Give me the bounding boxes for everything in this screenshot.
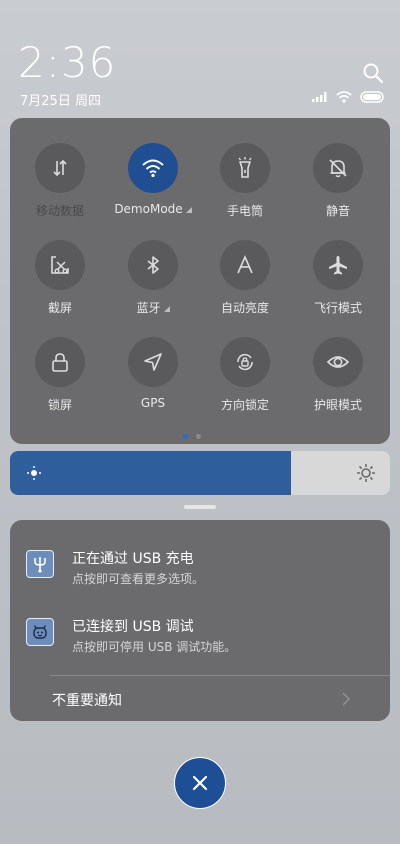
qs-tile-airplane[interactable]: 飞行模式 — [292, 240, 384, 332]
system-icons — [312, 91, 386, 103]
qs-tile-label: 护眼模式 — [292, 396, 384, 413]
qs-tile-screenshot[interactable]: 截屏 — [14, 240, 106, 332]
unimportant-notifications-link[interactable]: 不重要通知 — [52, 690, 122, 710]
qs-tile-label: 方向锁定 — [199, 396, 291, 413]
status-area: 2:36 7月25日 周四 — [0, 0, 400, 110]
qs-tile-lock-screen[interactable]: 锁屏 — [14, 337, 106, 429]
screenshot-icon — [35, 240, 85, 290]
notification-subtitle: 点按即可查看更多选项。 — [72, 572, 205, 586]
brightness-slider[interactable] — [10, 451, 390, 495]
divider — [50, 675, 390, 676]
qs-tile-label: 移动数据 — [14, 202, 106, 219]
qs-tile-label-text: GPS — [140, 396, 166, 410]
qs-tile-label-text: 飞行模式 — [313, 301, 362, 315]
qs-tile-mobile-data[interactable]: 移动数据 — [14, 143, 106, 235]
qs-tile-rotation-lock[interactable]: 方向锁定 — [199, 337, 291, 429]
qs-tile-label: 蓝牙 — [107, 299, 199, 316]
notification-title: 正在通过 USB 充电 — [72, 551, 194, 567]
notification-title: 已连接到 USB 调试 — [72, 619, 194, 635]
qs-tile-label: GPS — [107, 396, 199, 410]
qs-tile-label-text: 方向锁定 — [220, 398, 269, 412]
mobile-data-icon — [35, 143, 85, 193]
more-options-indicator — [163, 306, 170, 312]
rotation-lock-icon — [220, 337, 270, 387]
close-icon — [192, 775, 208, 791]
brightness-low-icon — [27, 466, 41, 480]
qs-tile-label-text: 蓝牙 — [136, 301, 161, 315]
airplane-icon — [313, 240, 363, 290]
notification-panel: 正在通过 USB 充电 点按即可查看更多选项。 已连接到 USB 调试 点按即可… — [10, 520, 390, 721]
usb-icon — [26, 550, 54, 578]
date: 7月25日 周四 — [20, 94, 101, 109]
wifi-icon — [128, 143, 178, 193]
lock-icon — [35, 337, 85, 387]
qs-tile-label-text: 锁屏 — [47, 398, 72, 412]
qs-tile-label: 静音 — [292, 202, 384, 219]
qs-tile-label-text: 护眼模式 — [313, 398, 362, 412]
battery-icon — [360, 91, 384, 103]
auto-brightness-icon — [220, 240, 270, 290]
brightness-high-icon — [357, 464, 375, 482]
qs-tile-label-text: 手电筒 — [226, 204, 263, 218]
eye-icon — [313, 337, 363, 387]
qs-tile-label: 截屏 — [14, 299, 106, 316]
more-options-indicator — [185, 207, 192, 213]
qs-tile-label: 飞行模式 — [292, 299, 384, 316]
qs-tile-bluetooth[interactable]: 蓝牙 — [107, 240, 199, 332]
qs-tile-mute[interactable]: 静音 — [292, 143, 384, 235]
brightness-fill — [10, 451, 292, 495]
page-indicator — [183, 434, 201, 439]
notification-subtitle: 点按即可停用 USB 调试功能。 — [72, 640, 237, 654]
qs-tile-label: DemoMode — [107, 202, 199, 216]
qs-tile-gps[interactable]: GPS — [107, 337, 199, 429]
qs-tile-auto-brightness[interactable]: 自动亮度 — [199, 240, 291, 332]
bluetooth-icon — [128, 240, 178, 290]
android-debug-icon — [26, 618, 54, 646]
qs-tile-label: 锁屏 — [14, 396, 106, 413]
qs-tile-flashlight[interactable]: 手电筒 — [199, 143, 291, 235]
qs-tile-wifi[interactable]: DemoMode — [107, 143, 199, 235]
flashlight-icon — [220, 143, 270, 193]
mute-bell-icon — [313, 143, 363, 193]
quick-settings-panel: 移动数据 DemoMode 手电筒 静音截屏 蓝牙 自动亮度 飞行模式锁屏 GPS 方向锁定 护眼… — [10, 118, 390, 444]
page-dot-active — [183, 434, 188, 439]
qs-tile-label-text: 静音 — [325, 204, 350, 218]
clear-all-button[interactable] — [174, 757, 226, 809]
drag-handle[interactable] — [184, 505, 216, 509]
wifi-status-icon — [336, 91, 352, 103]
qs-tile-label-text: 自动亮度 — [220, 301, 269, 315]
clock: 2:36 — [18, 38, 117, 87]
qs-tile-label-text: 截屏 — [47, 301, 72, 315]
chevron-right-icon[interactable] — [340, 690, 352, 708]
qs-tile-label-text: 移动数据 — [35, 204, 84, 218]
qs-tile-label-text: DemoMode — [114, 202, 183, 216]
signal-icon — [312, 92, 327, 102]
qs-tile-eye-care[interactable]: 护眼模式 — [292, 337, 384, 429]
qs-tile-label: 自动亮度 — [199, 299, 291, 316]
location-arrow-icon — [128, 337, 178, 387]
search-icon[interactable] — [362, 62, 384, 84]
page-dot — [196, 434, 201, 439]
qs-tile-label: 手电筒 — [199, 202, 291, 219]
notification-usb-charging[interactable]: 正在通过 USB 充电 点按即可查看更多选项。 — [26, 542, 376, 588]
notification-usb-debugging[interactable]: 已连接到 USB 调试 点按即可停用 USB 调试功能。 — [26, 610, 376, 656]
